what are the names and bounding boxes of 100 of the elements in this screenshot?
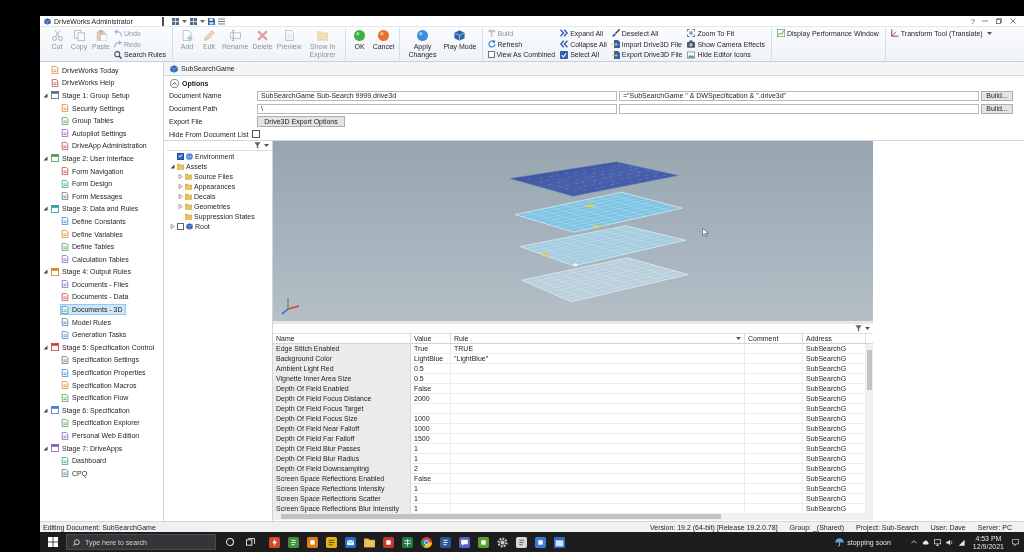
grid-icon[interactable] — [172, 17, 179, 25]
monitor-icon[interactable] — [933, 538, 941, 546]
double-chevron-icon — [560, 29, 569, 38]
page-icon — [61, 129, 69, 138]
viewport-3d[interactable] — [273, 141, 873, 321]
copy-icon — [73, 30, 85, 41]
page-icon — [61, 330, 69, 339]
page-icon — [61, 116, 69, 125]
submarine-icon — [541, 253, 549, 257]
cube-icon — [170, 64, 178, 73]
caret-icon[interactable] — [182, 19, 187, 23]
tile-icon[interactable] — [307, 536, 318, 548]
horizontal-scrollbar[interactable] — [273, 513, 873, 520]
picture-icon — [687, 51, 696, 59]
tile-icon[interactable] — [478, 536, 489, 548]
lightning-icon[interactable] — [269, 536, 280, 548]
note-icon[interactable] — [326, 536, 337, 548]
expander-icon[interactable] — [43, 155, 48, 161]
cube-icon — [454, 30, 466, 41]
spreadsheet-icon[interactable] — [402, 536, 413, 548]
speaker-icon[interactable] — [945, 538, 953, 546]
rule-field[interactable] — [619, 103, 979, 114]
expander-icon[interactable] — [43, 407, 48, 413]
expander-icon[interactable] — [43, 445, 48, 451]
file-arrow-icon — [611, 40, 620, 49]
network-icon[interactable] — [957, 538, 965, 546]
scrollbar-thumb[interactable] — [867, 350, 872, 390]
search-icon — [73, 538, 80, 546]
window-icon — [51, 91, 59, 100]
document-icon[interactable] — [288, 536, 299, 548]
folder-icon[interactable] — [364, 536, 375, 548]
page-icon — [61, 255, 69, 264]
collapse-icon[interactable] — [170, 78, 179, 88]
submarine-icon — [593, 224, 601, 228]
window-icon[interactable] — [554, 536, 565, 548]
window-icon — [51, 204, 59, 213]
cloud-icon[interactable] — [921, 538, 929, 546]
brush-icon — [611, 29, 620, 38]
page-icon — [61, 305, 69, 314]
frame-icon — [687, 29, 696, 38]
search-icon — [114, 51, 122, 59]
circle-icon[interactable] — [226, 538, 234, 546]
umbrella-icon[interactable] — [835, 537, 845, 547]
stacked-windows-icon[interactable] — [246, 537, 255, 547]
cube-icon — [44, 17, 51, 25]
page-icon — [61, 217, 69, 226]
vertical-scrollbar[interactable] — [866, 344, 873, 513]
sphere-icon — [378, 30, 390, 41]
expander-icon[interactable] — [43, 269, 48, 275]
expander-icon[interactable] — [170, 163, 175, 169]
tile-icon[interactable] — [535, 536, 546, 548]
caret-icon[interactable] — [865, 327, 870, 330]
page-icon — [51, 66, 59, 75]
chat-icon[interactable] — [459, 536, 470, 548]
caret-icon[interactable] — [736, 337, 741, 340]
double-chevron-icon — [560, 40, 569, 49]
page-icon — [61, 167, 69, 176]
window-icon — [51, 406, 59, 415]
file-arrow-icon — [611, 51, 620, 59]
page-icon — [61, 469, 69, 478]
cube-icon — [186, 222, 193, 230]
gear-icon[interactable] — [497, 536, 508, 548]
tiles-icon[interactable] — [48, 537, 58, 547]
page-icon — [61, 293, 69, 301]
restore-icon[interactable] — [996, 18, 1002, 24]
scrollbar-thumb[interactable] — [281, 514, 721, 519]
document-icon[interactable] — [516, 536, 527, 548]
redo-icon — [114, 40, 122, 49]
browser-icon[interactable] — [421, 536, 432, 548]
scissors-icon — [51, 30, 63, 41]
expander-icon[interactable] — [43, 344, 48, 350]
checkbox[interactable] — [177, 152, 184, 160]
filter-icon[interactable] — [254, 142, 261, 149]
tile-icon[interactable] — [383, 536, 394, 548]
notification-icon[interactable] — [1012, 538, 1019, 546]
checkbox[interactable] — [252, 130, 261, 138]
grid-icon[interactable] — [190, 17, 197, 25]
checkbox[interactable] — [177, 222, 184, 230]
axes-icon — [890, 29, 899, 38]
chevron-up-icon[interactable] — [910, 540, 917, 544]
mail-icon[interactable] — [345, 536, 356, 548]
folder-icon — [317, 30, 329, 41]
expander-icon[interactable] — [43, 93, 48, 98]
document-plus-icon — [181, 30, 193, 41]
save-icon[interactable] — [208, 17, 215, 25]
page-icon — [61, 230, 69, 238]
submarine-icon — [584, 203, 596, 207]
document-icon[interactable] — [440, 536, 451, 548]
tick-icon — [178, 153, 183, 159]
tick-box-icon — [560, 51, 569, 59]
expander-icon[interactable] — [43, 206, 48, 212]
page-icon — [61, 456, 69, 465]
window-icon — [51, 267, 59, 276]
checkbox[interactable] — [487, 51, 495, 59]
page-icon — [61, 104, 69, 113]
caret-icon[interactable] — [264, 144, 269, 147]
page-icon — [61, 368, 69, 377]
list-icon[interactable] — [218, 17, 225, 25]
caret-icon[interactable] — [200, 19, 205, 23]
close-icon[interactable] — [1010, 18, 1016, 24]
